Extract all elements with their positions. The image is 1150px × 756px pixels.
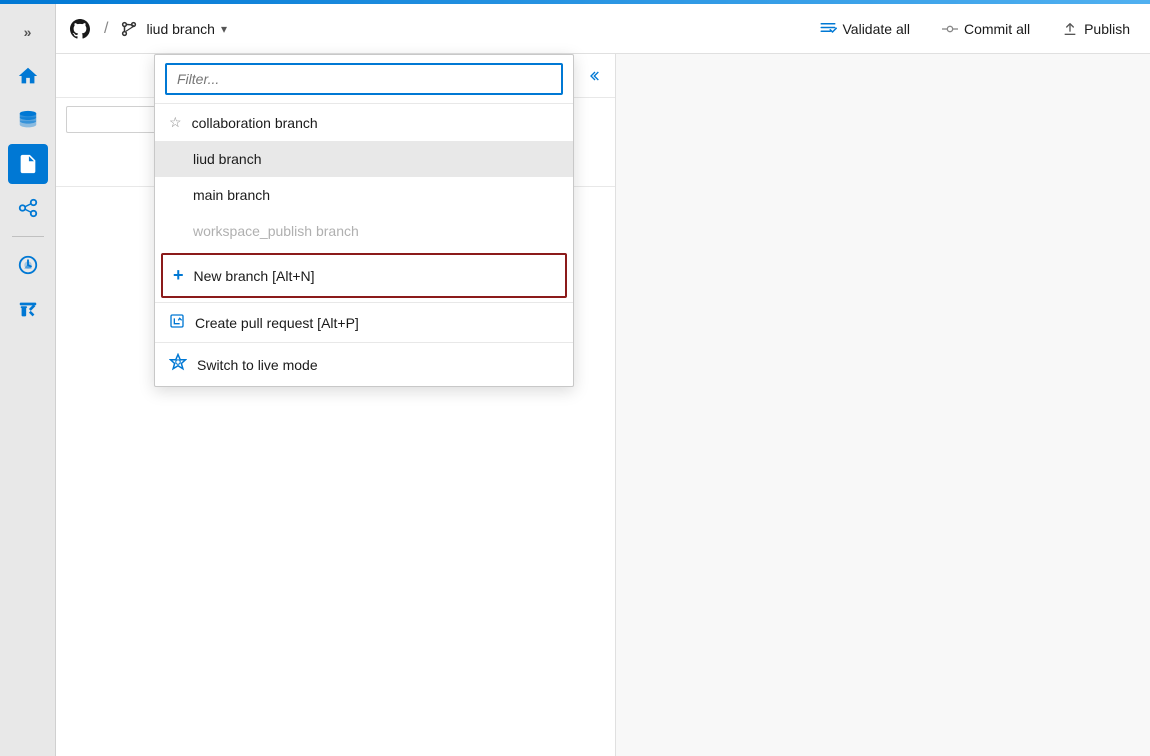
new-branch-label: New branch [Alt+N] [194,268,315,284]
sidebar-item-tools[interactable] [8,289,48,329]
workspace-branch-label: workspace_publish branch [169,223,359,239]
dropdown-filter-container [155,55,573,104]
live-mode-icon [169,353,187,376]
documents-icon [17,153,39,175]
chevron-right-icon: » [24,24,32,40]
pull-request-label: Create pull request [Alt+P] [195,315,359,331]
main-branch-label: main branch [169,187,270,203]
sidebar-item-data[interactable] [8,100,48,140]
sidebar-collapse[interactable]: » [8,12,48,52]
publish-icon [1062,21,1078,37]
plus-icon: + [173,265,184,286]
double-chevron-left-icon [585,68,601,84]
sidebar-divider [12,236,44,237]
tools-icon [17,298,39,320]
publish-button[interactable]: Publish [1054,17,1138,41]
filter-input[interactable] [165,63,563,95]
commit-icon [942,21,958,37]
validate-label: Validate all [843,21,910,37]
live-mode-label: Switch to live mode [197,357,318,373]
dropdown-arrow-icon: ▾ [221,22,227,36]
branch-name: liud branch [146,21,215,37]
collapse-left-button[interactable] [579,62,607,90]
publish-label: Publish [1084,21,1130,37]
sidebar-item-home[interactable] [8,56,48,96]
pipeline-icon [17,197,39,219]
dropdown-item-main[interactable]: main branch [155,177,573,213]
star-icon: ☆ [169,114,182,131]
panel-right [616,54,1150,756]
branch-selector[interactable]: liud branch ▾ [146,21,227,37]
liud-branch-label: liud branch [169,151,262,167]
github-icon [68,17,92,41]
dropdown-item-workspace-publish[interactable]: workspace_publish branch [155,213,573,249]
sidebar-item-pipeline[interactable] [8,188,48,228]
toolbar-actions: Validate all Commit all [811,16,1139,42]
commit-label: Commit all [964,21,1030,37]
branch-label-collaboration: collaboration branch [192,115,318,131]
validate-icon [819,20,837,38]
validate-all-button[interactable]: Validate all [811,16,918,42]
commit-all-button[interactable]: Commit all [934,17,1038,41]
sidebar-item-documents[interactable] [8,144,48,184]
pull-request-icon [169,313,185,332]
home-icon [17,65,39,87]
dropdown-item-pull-request[interactable]: Create pull request [Alt+P] [155,303,573,342]
toolbar: / liud branch ▾ [56,4,1150,54]
monitor-icon [17,254,39,276]
breadcrumb-separator: / [104,20,108,38]
database-icon [17,109,39,131]
sidebar-item-monitor[interactable] [8,245,48,285]
dropdown-item-collaboration[interactable]: ☆ collaboration branch [155,104,573,141]
sidebar: » [0,4,56,756]
dropdown-item-liud[interactable]: liud branch [155,141,573,177]
dropdown-item-live-mode[interactable]: Switch to live mode [155,343,573,386]
branch-icon [120,20,138,38]
new-branch-item[interactable]: + New branch [Alt+N] [161,253,567,298]
branch-dropdown-menu: ☆ collaboration branch liud branch main … [154,54,574,387]
